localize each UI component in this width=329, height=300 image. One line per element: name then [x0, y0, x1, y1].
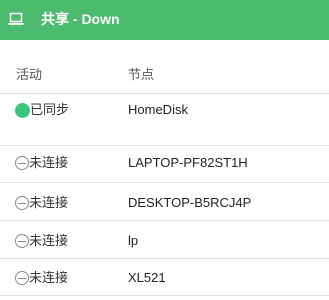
- disconnected-icon: [15, 156, 29, 170]
- status-cell: 已同步: [15, 102, 69, 118]
- node-name: lp: [128, 233, 139, 248]
- row-divider: [0, 258, 329, 259]
- disconnected-icon: [15, 196, 29, 210]
- table-row: 未连接 LAPTOP-PF82ST1H: [0, 152, 329, 174]
- node-name: DESKTOP-B5RCJ4P: [128, 195, 252, 210]
- node-name: LAPTOP-PF82ST1H: [128, 155, 248, 170]
- node-name: HomeDisk: [128, 102, 188, 117]
- panel-header: 共享 - Down: [0, 0, 329, 40]
- row-divider: [0, 182, 329, 183]
- column-header-activity: 活动: [16, 67, 43, 82]
- table-row: 已同步 HomeDisk: [0, 99, 329, 121]
- table-row: 未连接 XL521: [0, 267, 329, 289]
- status-cell: 未连接: [15, 195, 68, 211]
- status-cell: 未连接: [15, 155, 68, 171]
- status-label: 未连接: [29, 233, 69, 248]
- row-divider: [0, 145, 329, 146]
- status-cell: 未连接: [15, 270, 68, 286]
- status-label: 已同步: [30, 102, 70, 117]
- column-header-node: 节点: [128, 67, 155, 82]
- row-divider: [0, 295, 329, 296]
- row-divider: [0, 220, 329, 221]
- header-divider: [0, 93, 329, 94]
- laptop-icon: [8, 12, 24, 25]
- synced-dot-icon: [15, 103, 30, 118]
- panel-title: 共享 - Down: [41, 11, 120, 27]
- status-label: 未连接: [29, 155, 69, 170]
- node-name: XL521: [128, 270, 166, 285]
- status-label: 未连接: [29, 270, 69, 285]
- disconnected-icon: [15, 234, 29, 248]
- disconnected-icon: [15, 271, 29, 285]
- table-row: 未连接 DESKTOP-B5RCJ4P: [0, 192, 329, 214]
- status-cell: 未连接: [15, 233, 68, 249]
- table-row: 未连接 lp: [0, 230, 329, 252]
- status-label: 未连接: [29, 195, 69, 210]
